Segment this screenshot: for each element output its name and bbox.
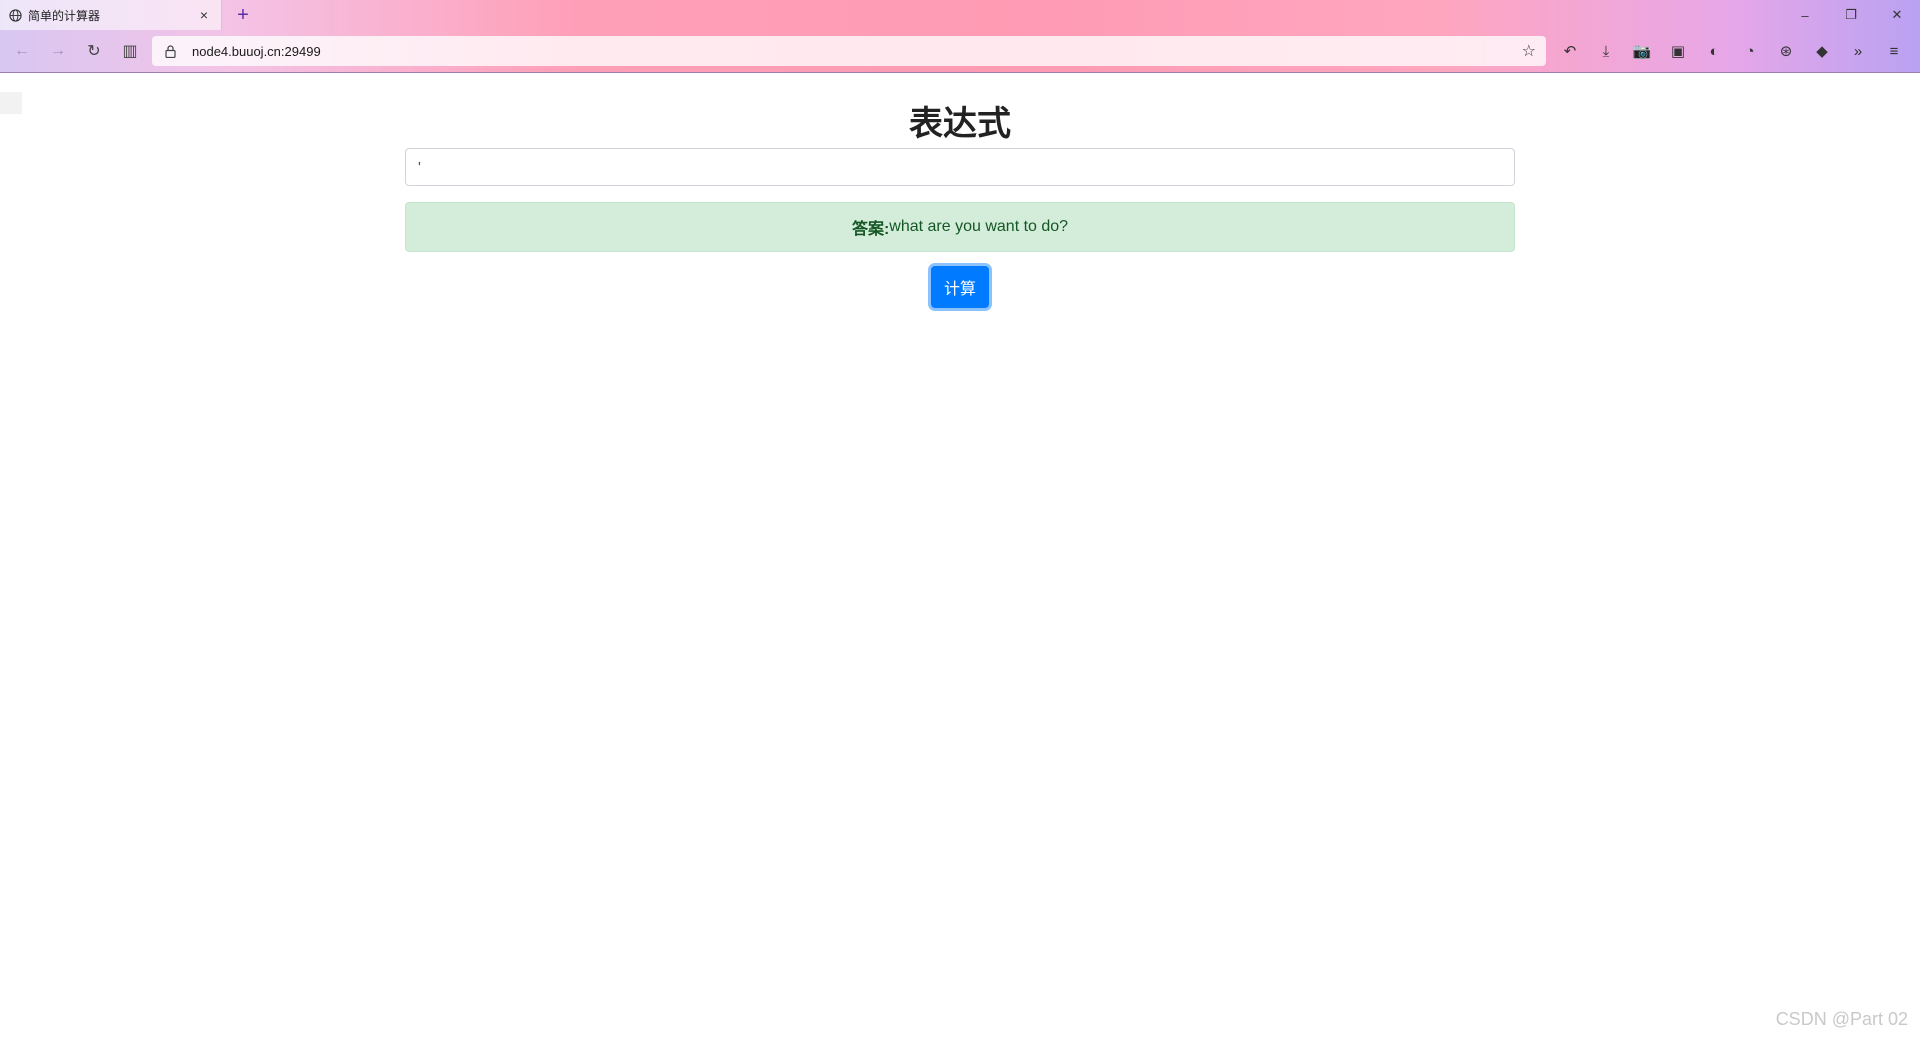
close-window-button[interactable]: ✕: [1874, 0, 1920, 30]
globe-icon: [8, 8, 22, 22]
toolbar-icons: ↶ ⤓ 📷 ▣ ◐ ◔ ⊛ ◆ » ≡: [1556, 36, 1916, 66]
nav-bar: ← → ↻ ▥ node4.buuoj.cn:29499 ☆ ↶ ⤓ 📷 ▣ ◐ ◔ ⊛ ◆ »…: [0, 30, 1920, 72]
restore-button[interactable]: ❐: [1828, 0, 1874, 30]
menu-hamburger-icon[interactable]: ≡: [1880, 37, 1908, 65]
address-bar[interactable]: node4.buuoj.cn:29499 ☆: [152, 36, 1546, 66]
calculator-form: 表达式 答案:what are you want to do? 计算: [405, 100, 1515, 308]
page-title: 表达式: [909, 105, 1011, 143]
calculate-button[interactable]: 计算: [930, 266, 989, 308]
button-row: 计算: [405, 266, 1515, 308]
expression-input[interactable]: [405, 148, 1515, 186]
window-controls: – ❐ ✕: [1782, 0, 1920, 30]
browser-chrome: 简单的计算器 × + – ❐ ✕ ← → ↻ ▥ node4.buuoj.cn:…: [0, 0, 1920, 73]
back-button[interactable]: ←: [8, 37, 36, 65]
url-text[interactable]: node4.buuoj.cn:29499: [192, 44, 1522, 59]
extension-cat-icon[interactable]: ◔: [1736, 37, 1764, 65]
overflow-chevron-icon[interactable]: »: [1844, 37, 1872, 65]
new-tab-button[interactable]: +: [232, 4, 254, 26]
reload-button[interactable]: ↻: [80, 37, 108, 65]
tab-close-icon[interactable]: ×: [195, 6, 213, 24]
answer-alert: 答案: what are you want to do?: [405, 202, 1515, 252]
extension-ball-icon[interactable]: ⊛: [1772, 37, 1800, 65]
bookmark-star-icon[interactable]: ☆: [1522, 41, 1536, 61]
page-corner-marker: [0, 92, 22, 114]
watermark: CSDN @Part 02: [1775, 1009, 1908, 1029]
history-back-icon[interactable]: ↶: [1556, 37, 1584, 65]
download-icon[interactable]: ⤓: [1592, 37, 1620, 65]
sidebar-toggle-button[interactable]: ▥: [116, 37, 144, 65]
private-mask-icon[interactable]: ▣: [1664, 37, 1692, 65]
screenshot-icon[interactable]: 📷: [1628, 37, 1656, 65]
tab-active[interactable]: 简单的计算器 ×: [0, 0, 222, 30]
extension-shield-icon[interactable]: ◐: [1700, 37, 1728, 65]
extension-diamond-icon[interactable]: ◆: [1808, 37, 1836, 65]
lock-icon[interactable]: [162, 43, 178, 59]
minimize-button[interactable]: –: [1782, 0, 1828, 30]
tab-bar: 简单的计算器 × + – ❐ ✕: [0, 0, 1920, 30]
answer-label: 答案:: [851, 221, 890, 238]
answer-text: what are you want to do?: [889, 218, 1069, 235]
tab-title: 简单的计算器: [28, 8, 101, 23]
forward-button[interactable]: →: [44, 37, 72, 65]
